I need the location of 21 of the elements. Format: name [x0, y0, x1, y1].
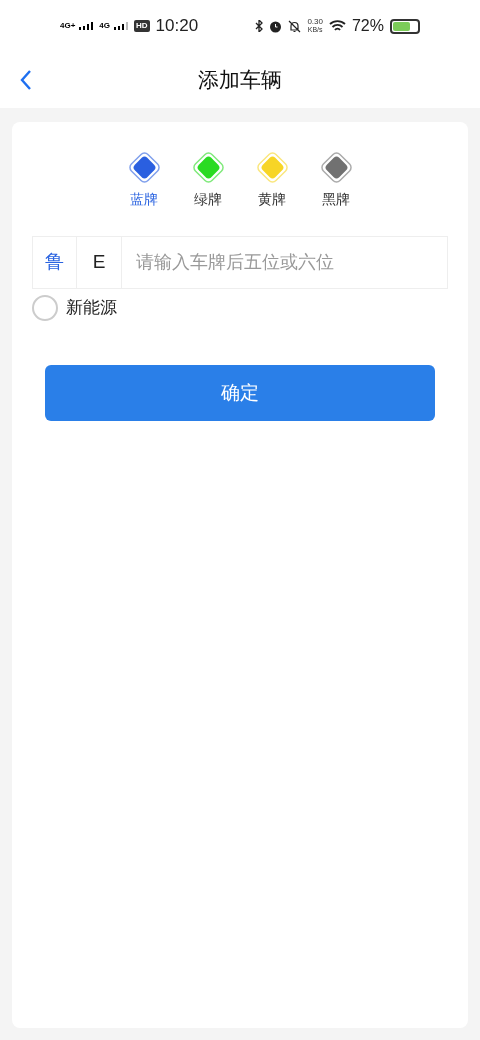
new-energy-label: 新能源 — [66, 297, 117, 320]
signal-label: 4G — [99, 20, 110, 32]
province-selector[interactable]: 鲁 — [32, 236, 77, 289]
signal-icon — [79, 22, 94, 30]
back-icon[interactable] — [20, 69, 32, 91]
hd-badge: HD — [134, 20, 150, 32]
signal-label: 4G+ — [60, 20, 76, 32]
bell-off-icon — [288, 19, 302, 33]
letter-selector[interactable]: E — [77, 236, 122, 289]
wifi-icon — [328, 19, 346, 33]
clock: 10:20 — [155, 15, 199, 38]
battery-icon — [390, 18, 420, 34]
signal-icon — [114, 22, 128, 30]
confirm-button[interactable]: 确定 — [45, 365, 435, 421]
page-title: 添加车辆 — [198, 67, 282, 94]
battery-percent: 72% — [351, 16, 384, 36]
bluetooth-icon — [255, 20, 264, 32]
plate-number-field[interactable]: 请输入车牌后五位或六位 — [122, 236, 448, 289]
new-energy-radio[interactable] — [32, 295, 58, 321]
alarm-icon — [269, 19, 283, 33]
network-speed: 0.30 — [307, 18, 323, 26]
